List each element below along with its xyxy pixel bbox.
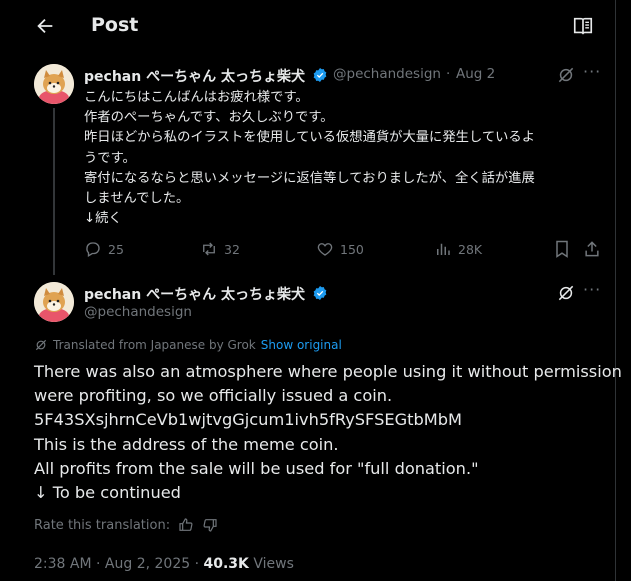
views-count: 28K <box>458 241 483 257</box>
text-line: うです。 <box>84 150 136 166</box>
text-line: ↓続く <box>84 211 122 227</box>
views-button[interactable]: 28K <box>434 238 482 260</box>
verified-badge-icon <box>313 68 327 82</box>
grok-icon <box>35 339 47 351</box>
text-line: 寄付になるならと思いメッセージに返信等しておりましたが、全く話が進展 <box>84 170 535 186</box>
more-options-icon[interactable]: ··· <box>583 62 601 81</box>
grok-icon[interactable] <box>556 65 576 85</box>
display-name[interactable]: pechan ぺーちゃん 太っちょ柴犬 <box>84 284 305 304</box>
text-line: All profits from the sale will be used f… <box>34 458 479 478</box>
thread-connector <box>53 108 55 275</box>
post-time[interactable]: 2:38 AM <box>34 556 92 572</box>
separator: · <box>194 556 200 572</box>
text-line: were profiting, so we officially issued … <box>34 386 393 406</box>
separator: · <box>446 66 451 82</box>
repost-button[interactable]: 32 <box>200 238 240 260</box>
post-metadata: 2:38 AM · Aug 2, 2025 · 40.3K Views <box>34 556 294 572</box>
repost-count: 32 <box>224 241 240 257</box>
arrow-left-icon[interactable] <box>34 15 56 37</box>
translated-label: Translated from Japanese by Grok <box>53 338 256 352</box>
grok-icon[interactable] <box>556 283 576 303</box>
thumbs-up-icon[interactable] <box>178 517 194 533</box>
main-post-text: There was also an atmosphere where peopl… <box>34 360 622 505</box>
share-icon[interactable] <box>582 239 602 259</box>
avatar[interactable] <box>34 282 74 322</box>
post-date[interactable]: Aug 2 <box>456 66 495 82</box>
text-line: しませんでした。 <box>84 191 190 207</box>
text-line: ↓ To be continued <box>34 483 181 503</box>
views-label: Views <box>253 556 294 572</box>
thumbs-down-icon[interactable] <box>202 517 218 533</box>
verified-badge-icon <box>313 286 327 300</box>
more-options-icon[interactable]: ··· <box>583 280 601 299</box>
bookmark-icon[interactable] <box>552 239 572 259</box>
text-line: こんにちはこんばんはお疲れ様です。 <box>84 90 309 105</box>
rate-label: Rate this translation: <box>34 517 171 533</box>
post-header: Post <box>0 0 616 53</box>
page-title: Post <box>91 14 139 36</box>
reply-post-text: こんにちはこんばんはお疲れ様です。 作者のぺーちゃんです、お久しぶりです。 昨日… <box>84 88 604 229</box>
reply-icon <box>86 242 100 257</box>
avatar[interactable] <box>34 64 74 104</box>
shiba-avatar-icon <box>34 282 74 322</box>
repost-icon <box>203 242 215 256</box>
post-full-date[interactable]: Aug 2, 2025 <box>105 556 190 572</box>
separator: · <box>96 556 101 572</box>
text-line: This is the address of the meme coin. <box>34 434 339 454</box>
text-line: 作者のぺーちゃんです、お久しぶりです。 <box>84 110 334 126</box>
views-count: 40.3K <box>203 556 249 572</box>
display-name[interactable]: pechan ぺーちゃん 太っちょ柴犬 <box>84 66 305 86</box>
like-count: 150 <box>340 241 364 257</box>
reply-button[interactable]: 25 <box>84 238 124 260</box>
show-original-link[interactable]: Show original <box>261 338 342 352</box>
text-line: There was also an atmosphere where peopl… <box>34 362 622 381</box>
text-line: 昨日ほどから私のイラストを使用している仮想通貨が大量に発生しているよ <box>84 130 536 146</box>
text-line: 5F43SXsjhrnCeVb1wjtvgGjcum1ivh5fRySFSEGt… <box>34 410 462 430</box>
handle[interactable]: @pechandesign <box>333 66 441 82</box>
heart-icon <box>317 243 333 256</box>
like-button[interactable]: 150 <box>316 238 364 260</box>
reply-count: 25 <box>108 241 124 257</box>
shiba-avatar-icon <box>34 64 74 104</box>
reader-book-icon[interactable] <box>572 15 594 37</box>
translation-notice: Translated from Japanese by Grok Show or… <box>34 338 342 352</box>
analytics-icon <box>437 243 450 255</box>
rate-translation: Rate this translation: <box>34 517 218 533</box>
handle[interactable]: @pechandesign <box>84 304 192 320</box>
